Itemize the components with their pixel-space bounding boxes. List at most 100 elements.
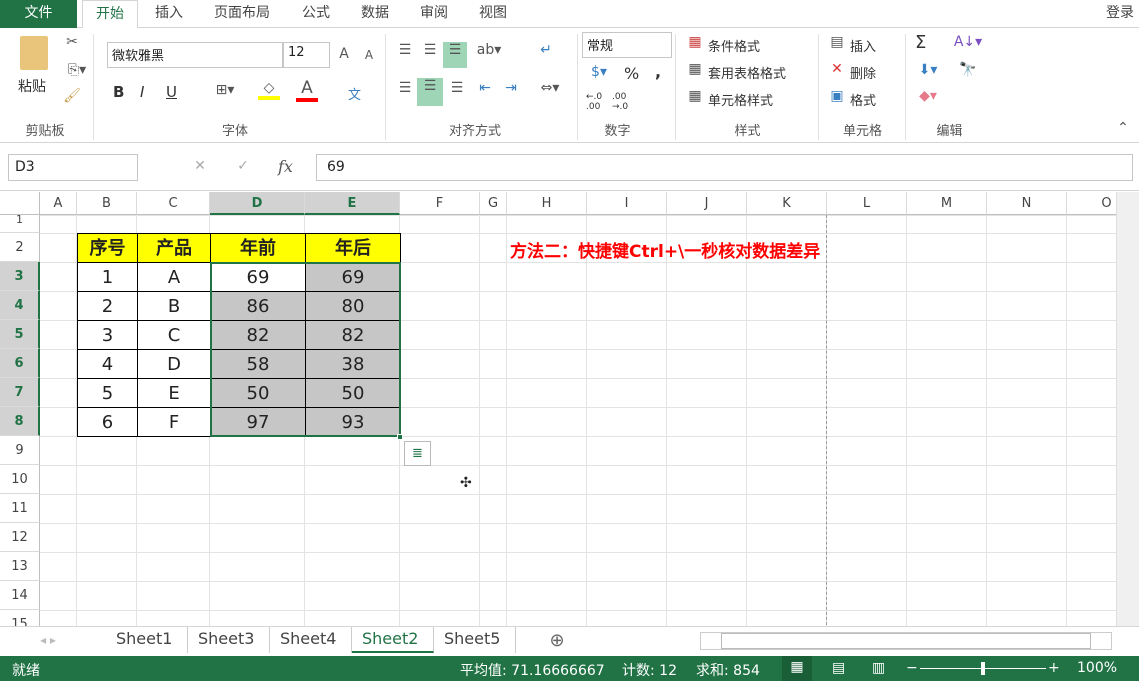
underline-button[interactable]: U xyxy=(166,83,177,101)
table-header-cell[interactable]: 产品 xyxy=(137,233,211,263)
font-size-select[interactable]: 12 xyxy=(283,42,330,68)
table-cell[interactable]: 4 xyxy=(77,349,138,379)
table-cell[interactable]: E xyxy=(137,378,211,408)
font-color-icon[interactable]: A xyxy=(296,78,318,102)
tab-view[interactable]: 视图 xyxy=(464,0,522,28)
tab-review[interactable]: 审阅 xyxy=(406,0,462,28)
sort-filter-icon[interactable]: A↓▾ xyxy=(953,34,983,50)
column-header-G[interactable]: G xyxy=(480,192,507,215)
increase-font-icon[interactable]: A xyxy=(335,46,353,62)
cell-styles-button[interactable]: 单元格样式 xyxy=(708,90,773,109)
copy-icon[interactable]: ⎘▾ xyxy=(62,62,92,78)
table-cell[interactable]: 6 xyxy=(77,407,138,437)
page-layout-view-icon[interactable]: ▤ xyxy=(832,660,845,676)
row-header-13[interactable]: 13 xyxy=(0,552,40,581)
worksheet-grid[interactable]: A B C D E F G H I J K L M N O 1 2 3 4 5 6 7 8 9 10 11 12 13 14 15 序号 产品… xyxy=(0,192,1116,626)
tab-data[interactable]: 数据 xyxy=(346,0,404,28)
quick-analysis-icon[interactable]: ≣ xyxy=(404,441,431,466)
row-header-5[interactable]: 5 xyxy=(0,320,40,349)
zoom-out-icon[interactable]: − xyxy=(906,660,918,676)
table-cell[interactable]: A xyxy=(137,262,211,292)
zoom-level[interactable]: 100% xyxy=(1077,660,1117,676)
row-header-1[interactable]: 1 xyxy=(0,214,40,233)
format-painter-icon[interactable]: 🖌 xyxy=(62,88,82,104)
tab-insert[interactable]: 插入 xyxy=(142,0,196,28)
normal-view-icon[interactable]: ▦ xyxy=(782,656,812,681)
column-header-E[interactable]: E xyxy=(305,192,400,215)
name-box[interactable]: D3 xyxy=(8,154,138,181)
fill-icon[interactable]: ⬇▾ xyxy=(913,62,943,78)
row-header-15[interactable]: 15 xyxy=(0,610,40,626)
row-header-12[interactable]: 12 xyxy=(0,523,40,552)
login-link[interactable]: 登录 xyxy=(1100,0,1139,28)
table-cell[interactable]: D xyxy=(137,349,211,379)
paste-button[interactable]: 粘贴 xyxy=(18,76,46,96)
delete-cells-button[interactable]: 删除 xyxy=(850,63,876,82)
cut-icon[interactable]: ✂ xyxy=(62,34,82,50)
format-as-table-button[interactable]: 套用表格格式 xyxy=(708,63,786,82)
column-header-N[interactable]: N xyxy=(987,192,1067,215)
table-cell[interactable]: 5 xyxy=(77,378,138,408)
merge-center-icon[interactable]: ⇔▾ xyxy=(535,80,565,96)
phonetic-button[interactable]: 文 xyxy=(348,84,361,103)
align-top-icon[interactable]: ☰ xyxy=(394,42,416,58)
row-header-6[interactable]: 6 xyxy=(0,349,40,378)
align-left-icon[interactable]: ☰ xyxy=(394,80,416,96)
column-header-H[interactable]: H xyxy=(507,192,587,215)
percent-button[interactable]: % xyxy=(624,64,639,83)
decrease-decimal-button[interactable]: .00 →.0 xyxy=(612,92,632,112)
table-cell[interactable]: B xyxy=(137,291,211,321)
row-header-7[interactable]: 7 xyxy=(0,378,40,407)
table-cell[interactable]: C xyxy=(137,320,211,350)
table-cell[interactable]: 3 xyxy=(77,320,138,350)
sheet-tab-sheet3[interactable]: Sheet3 xyxy=(188,627,270,653)
column-header-L[interactable]: L xyxy=(827,192,907,215)
sheet-tab-sheet4[interactable]: Sheet4 xyxy=(270,627,352,653)
table-cell[interactable]: 1 xyxy=(77,262,138,292)
insert-cells-button[interactable]: 插入 xyxy=(850,36,876,55)
table-header-cell[interactable]: 年前 xyxy=(210,233,306,263)
italic-button[interactable]: I xyxy=(140,83,144,101)
align-bottom-icon[interactable]: ☰ xyxy=(443,42,467,68)
column-header-M[interactable]: M xyxy=(907,192,987,215)
page-break-view-icon[interactable]: ▥ xyxy=(872,660,885,676)
zoom-in-icon[interactable]: + xyxy=(1048,660,1060,676)
select-all-corner[interactable] xyxy=(0,192,40,215)
find-select-icon[interactable]: 🔭 xyxy=(953,62,983,78)
increase-decimal-button[interactable]: ←.0 .00 xyxy=(586,92,606,112)
formula-input[interactable]: 69 xyxy=(316,154,1133,181)
clear-icon[interactable]: ◆▾ xyxy=(913,88,943,104)
comma-button[interactable]: , xyxy=(655,62,661,81)
fill-handle[interactable] xyxy=(397,434,403,440)
autosum-button[interactable]: Σ xyxy=(915,32,926,53)
column-header-I[interactable]: I xyxy=(587,192,667,215)
borders-icon[interactable]: ⊞▾ xyxy=(210,82,240,98)
increase-indent-icon[interactable]: ⇥ xyxy=(500,80,522,96)
column-header-B[interactable]: B xyxy=(77,192,137,215)
table-cell[interactable]: 2 xyxy=(77,291,138,321)
zoom-slider-thumb[interactable] xyxy=(981,662,985,675)
decrease-indent-icon[interactable]: ⇤ xyxy=(474,80,496,96)
sheet-tab-sheet2[interactable]: Sheet2 xyxy=(352,627,434,653)
align-middle-icon[interactable]: ☰ xyxy=(419,42,441,58)
row-header-2[interactable]: 2 xyxy=(0,233,40,262)
row-header-14[interactable]: 14 xyxy=(0,581,40,610)
table-header-cell[interactable]: 序号 xyxy=(77,233,138,263)
cancel-icon[interactable]: ✕ xyxy=(190,158,210,174)
enter-icon[interactable]: ✓ xyxy=(233,158,253,174)
sheet-nav-arrows-icon[interactable]: ◂ ▸ xyxy=(28,633,68,647)
number-format-select[interactable]: 常规 xyxy=(582,32,672,58)
collapse-ribbon-icon[interactable]: ⌃ xyxy=(1115,120,1131,136)
column-header-F[interactable]: F xyxy=(400,192,480,215)
accounting-format-icon[interactable]: $▾ xyxy=(584,64,614,80)
tab-home[interactable]: 开始 xyxy=(82,0,138,29)
orientation-icon[interactable]: ab▾ xyxy=(474,42,504,58)
column-header-D[interactable]: D xyxy=(210,192,305,215)
row-header-9[interactable]: 9 xyxy=(0,436,40,465)
row-header-10[interactable]: 10 xyxy=(0,465,40,494)
paste-icon[interactable] xyxy=(20,36,48,70)
new-sheet-icon[interactable]: ⊕ xyxy=(546,630,568,651)
column-header-J[interactable]: J xyxy=(667,192,747,215)
align-center-icon[interactable]: ☰ xyxy=(417,78,443,106)
column-header-C[interactable]: C xyxy=(137,192,210,215)
